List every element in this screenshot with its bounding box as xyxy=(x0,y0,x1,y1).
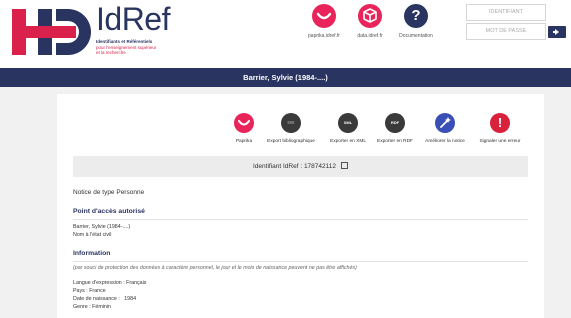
documentation-link[interactable]: ? Documentation xyxy=(386,4,446,39)
export-biblio-icon: ≡≡≡ xyxy=(281,113,301,133)
alert-icon: ! xyxy=(490,113,510,133)
paprika-icon xyxy=(312,4,336,28)
section-title-access-point: Point d'accès autorisé xyxy=(73,208,145,215)
notice-type: Notice de type Personne xyxy=(73,189,145,196)
tool-label: Signaler une erreur xyxy=(479,139,521,144)
magic-wand-icon xyxy=(435,113,455,133)
info-line: Genre : Féminin xyxy=(73,304,111,310)
section-divider xyxy=(73,219,528,220)
data-cube-icon xyxy=(358,4,382,28)
tool-ameliorer-notice[interactable]: Améliorer la notice xyxy=(418,113,472,144)
tool-label: Exporter en XML xyxy=(330,139,366,144)
tool-paprika[interactable]: Paprika xyxy=(217,113,271,144)
idref-logo-mark xyxy=(12,9,91,55)
page-title: Barrier, Sylvie (1984-....) xyxy=(0,68,571,87)
access-point-line: Barrier, Sylvie (1984-....) xyxy=(73,224,131,230)
tool-export-rdf[interactable]: RDF Exporter en RDF xyxy=(368,113,422,144)
site-header: IdRef Identifiants et Référentiels pour … xyxy=(0,0,571,68)
section-title-information: Information xyxy=(73,250,111,257)
documentation-link-label: Documentation xyxy=(399,33,433,39)
tool-label: Exporter en RDF xyxy=(377,139,413,144)
xml-icon: XML xyxy=(338,113,358,133)
tool-label: Paprika xyxy=(235,139,253,144)
password-input[interactable]: MOT DE PASSE xyxy=(466,23,546,40)
access-point-line: Nom à l'état civil xyxy=(73,232,112,238)
login-arrow-icon xyxy=(553,29,559,35)
identifiant-input[interactable]: IDENTIFIANT xyxy=(466,4,546,21)
idref-logo[interactable]: IdRef Identifiants et Référentiels pour … xyxy=(12,1,212,65)
privacy-note: (par souci de protection des données à c… xyxy=(73,265,357,271)
login-submit-button[interactable] xyxy=(548,26,566,38)
info-line: Date de naissance : 1984 xyxy=(73,296,137,302)
rdf-icon: RDF xyxy=(385,113,405,133)
help-icon: ? xyxy=(404,4,428,28)
identifier-bar: Identifiant IdRef : 178742112 xyxy=(73,156,528,177)
info-line: Pays : France xyxy=(73,288,106,294)
tool-signaler-erreur[interactable]: ! Signaler une erreur xyxy=(473,113,527,144)
section-divider xyxy=(73,261,528,262)
identifier-text: Identifiant IdRef : 178742112 xyxy=(253,163,336,170)
paprika-icon xyxy=(234,113,254,133)
copy-icon[interactable] xyxy=(341,161,348,169)
brand-tagline: Identifiants et Référentiels pour l'ense… xyxy=(96,39,206,56)
brand-name: IdRef xyxy=(96,1,170,37)
tool-export-bibliographique[interactable]: ≡≡≡ Export bibliographique xyxy=(264,113,318,144)
tool-label: Améliorer la notice xyxy=(425,139,465,144)
tool-export-xml[interactable]: XML Exporter en XML xyxy=(321,113,375,144)
tool-label: Export bibliographique xyxy=(267,139,315,144)
tagline-line-3: et la recherche xyxy=(96,50,126,55)
info-line: Langue d'expression : Français xyxy=(73,280,147,286)
